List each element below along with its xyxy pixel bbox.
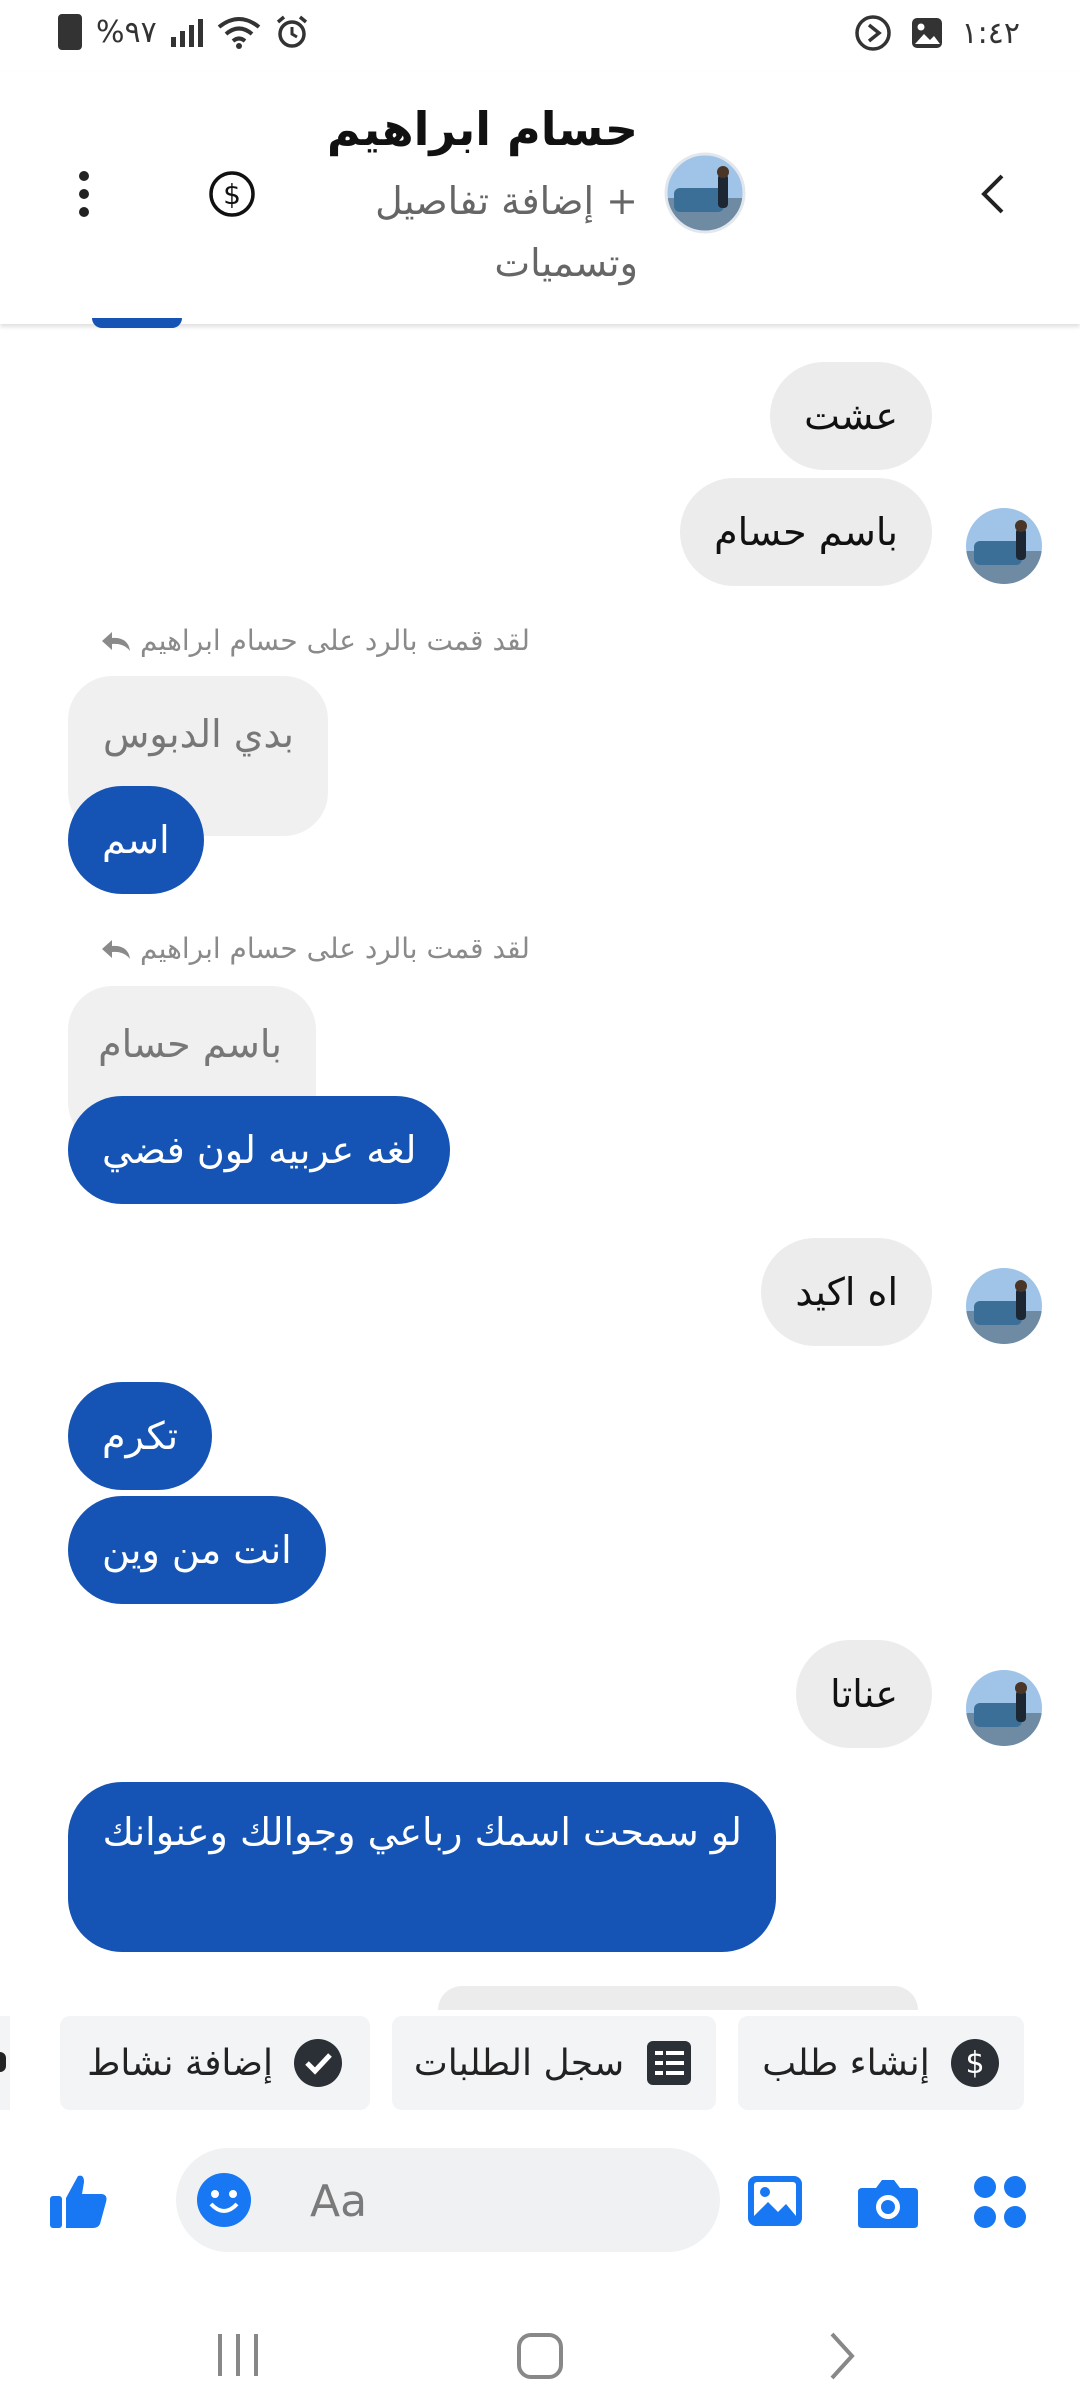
image-notification-icon [911,18,942,48]
reply-icon [102,939,130,959]
order-history-chip[interactable]: سجل الطلبات [392,2016,716,2110]
chip-label: إنشاء طلب [762,2042,930,2084]
message-input[interactable] [176,2148,720,2252]
dollar-icon[interactable]: $ [208,170,256,218]
outgoing-message[interactable]: اسم [68,786,204,894]
partial-message [92,318,182,328]
reply-label: لقد قمت بالرد على حسام ابراهيم [140,932,530,965]
message-placeholder: Aa [310,2176,368,2227]
more-vertical-icon[interactable] [70,168,98,220]
emoji-icon[interactable] [196,2172,252,2228]
svg-text:$: $ [965,2046,984,2081]
sender-avatar[interactable] [964,1668,1044,1748]
reply-icon [102,631,130,651]
chevron-left-icon[interactable] [970,168,1018,220]
check-circle-icon [293,2039,342,2087]
contact-avatar[interactable] [664,152,746,234]
reply-indicator: لقد قمت بالرد على حسام ابراهيم [100,624,530,657]
incoming-message[interactable]: عناتا [796,1640,932,1748]
outgoing-message[interactable]: تكرم [68,1382,213,1490]
status-bar: %٩٧ ١:٤٢ [0,0,1080,72]
add-activity-chip[interactable]: إضافة نشاط [60,2016,370,2110]
contact-name[interactable]: حسام ابراهيم [327,102,638,156]
svg-text:$: $ [223,178,241,211]
chip-label: إضافة نشاط [87,2042,273,2084]
incoming-message[interactable]: اه اكيد [761,1238,932,1346]
chat-header: $ حسام ابراهيم + إضافة تفاصيل وتسميات [0,72,1080,324]
reply-indicator: لقد قمت بالرد على حسام ابراهيم [100,932,530,965]
battery-icon [58,14,82,50]
wifi-icon [217,17,260,49]
play-circle-icon [854,15,891,51]
list-icon [647,2041,692,2085]
back-nav-button[interactable] [824,2330,860,2382]
signal-icon [170,17,203,47]
recent-apps-button[interactable] [216,2332,260,2378]
gallery-icon[interactable] [746,2172,804,2230]
system-nav-bar [0,2300,1080,2408]
incoming-message[interactable]: عشت [770,362,932,470]
clock: ١:٤٢ [961,15,1020,51]
status-left: %٩٧ [58,14,309,50]
reply-label: لقد قمت بالرد على حسام ابراهيم [140,624,530,657]
create-order-chip[interactable]: $ إنشاء طلب [738,2016,1024,2110]
like-icon[interactable] [48,2170,110,2232]
incoming-message[interactable]: باسم حسام [680,478,932,586]
camera-icon[interactable] [856,2174,920,2230]
alarm-icon [276,15,307,48]
status-right: ١:٤٢ [854,14,1020,52]
chip-label: سجل الطلبات [413,2042,625,2084]
battery-level: %٩٧ [96,14,157,50]
dollar-circle-icon: $ [950,2039,999,2087]
home-button[interactable] [516,2332,564,2380]
outgoing-message[interactable]: لغه عربيه لون فضي [68,1096,451,1204]
sender-avatar[interactable] [964,1266,1044,1346]
partial-message [438,1986,918,2010]
chip-edge-dot [0,2052,6,2072]
add-details-link[interactable]: + إضافة تفاصيل وتسميات [348,170,638,294]
outgoing-message[interactable]: لو سمحت اسمك رباعي وجوالك وعنوانك [68,1782,776,1952]
apps-icon[interactable] [972,2174,1028,2230]
outgoing-message[interactable]: انت من وين [68,1496,326,1604]
sender-avatar[interactable] [964,506,1044,586]
